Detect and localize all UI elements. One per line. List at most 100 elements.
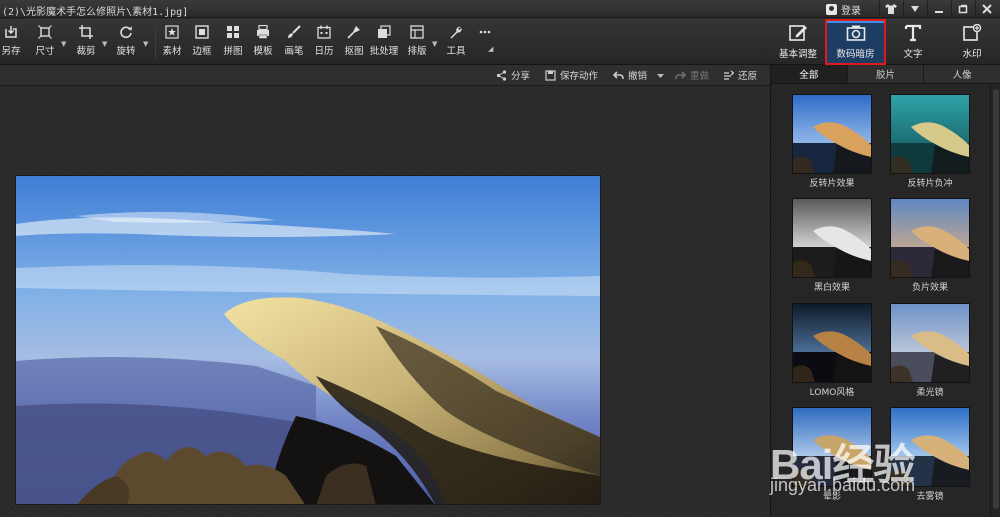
tool-label: 基本调整 [778,49,817,60]
redo-label: 重做 [690,71,710,82]
close-button[interactable] [975,1,997,16]
tool-label: 裁剪 [76,46,96,57]
effect-thumbnail[interactable] [792,198,872,278]
tool-material[interactable]: 素材 [158,25,186,61]
tool-brush[interactable]: 画笔 [280,25,308,61]
tab-watermark[interactable]: 水印 [950,19,994,65]
resize-dropdown-arrow[interactable]: ▼ [61,40,66,48]
save-action-button[interactable]: 保存动作 [545,68,598,82]
star-icon [165,25,179,39]
share-button[interactable]: 分享 [496,68,530,82]
user-icon [826,3,837,15]
window-title: (2)\光影魔术手怎么修照片\素材1.jpg] [2,7,189,18]
restore-icon [724,70,734,80]
batch-icon [378,25,391,38]
effect-label: 柔光镜 [916,388,944,398]
effect-label: 去雾镜 [916,492,944,502]
tab-text[interactable]: 文字 [891,19,935,65]
crop-icon [79,25,93,39]
effects-panel: 全部 胶片 人像 反转片效果 反转片负冲 黑白效果 负片效果 LOMO风格 柔光镜 晕影 去雾… [770,65,1000,517]
tool-label: 另存 [1,46,21,57]
undo-button[interactable]: 撤销 [613,68,647,82]
tool-label: 边框 [192,46,212,57]
redo-button[interactable]: 重做 [675,68,709,82]
brush-icon [288,25,301,38]
redo-icon [675,70,686,79]
effect-label: 反转片效果 [809,179,855,189]
frame-icon [195,25,209,39]
rotate-icon [120,26,132,39]
tool-cutout[interactable]: 抠图 [340,25,368,61]
maximize-button[interactable] [951,1,973,16]
restore-button[interactable]: 还原 [723,68,757,82]
tool-resize[interactable]: 尺寸 [31,25,59,61]
title-bar: (2)\光影魔术手怎么修照片\素材1.jpg] 登录 [0,0,1000,18]
effect-label: LOMO风格 [809,388,855,398]
image-canvas[interactable] [0,86,770,517]
tool-crop[interactable]: 裁剪 [72,25,100,61]
login-button[interactable]: 登录 [826,2,861,17]
tab-all[interactable]: 全部 [771,65,848,83]
effect-preview-image [793,408,871,486]
resize-icon [38,25,52,39]
more-icon [479,30,491,34]
tab-digital-darkroom[interactable]: 数码暗房 [825,19,886,65]
tab-basic-adjust[interactable]: 基本调整 [776,19,820,65]
tool-more[interactable] [471,25,499,61]
shirt-icon [884,3,897,14]
tool-label: 拼图 [223,46,243,57]
scrollbar-thumb[interactable] [993,89,999,509]
effects-grid: 反转片效果 反转片负冲 黑白效果 负片效果 LOMO风格 柔光镜 晕影 去雾镜 [771,85,989,517]
effect-thumbnail[interactable] [792,407,872,487]
tool-collage[interactable]: 拼图 [219,25,247,61]
undo-icon [613,70,624,79]
save-action-icon [545,69,556,81]
tool-label: 素材 [162,46,182,57]
photo-preview[interactable] [15,175,601,505]
effect-thumbnail[interactable] [792,94,872,174]
skin-button[interactable] [879,1,901,16]
effect-label: 反转片负冲 [907,179,953,189]
tool-label: 抠图 [344,46,364,57]
calendar-icon [317,25,331,39]
more-dropdown-arrow[interactable]: ◢ [488,45,493,53]
tool-rotate[interactable]: 旋转 [112,25,140,61]
minimize-icon [934,10,943,13]
tool-tools[interactable]: 工具 [442,25,470,61]
collage-icon [227,26,239,38]
effect-preview-image [891,95,969,173]
tool-frame[interactable]: 边框 [188,25,216,61]
effect-preview-image [793,199,871,277]
down-arrow-icon [910,5,919,12]
minimize-button[interactable] [927,1,949,16]
effect-thumbnail[interactable] [890,198,970,278]
tool-template[interactable]: 模板 [249,25,277,61]
tool-calendar[interactable]: 日历 [310,25,338,61]
tool-layout[interactable]: 排版 [403,25,431,61]
tool-save-as[interactable]: 另存 [0,25,25,61]
tab-film[interactable]: 胶片 [848,65,925,83]
effects-tabs: 全部 胶片 人像 [771,65,1000,84]
crop-dropdown-arrow[interactable]: ▼ [102,40,107,48]
chevron-down-icon [657,73,664,78]
effect-thumbnail[interactable] [890,94,970,174]
tool-label: 排版 [407,46,427,57]
effect-thumbnail[interactable] [792,303,872,383]
menu-dropdown-button[interactable] [903,1,925,16]
tab-portrait[interactable]: 人像 [924,65,1000,83]
panel-scrollbar[interactable] [990,85,1000,517]
effect-thumbnail[interactable] [890,407,970,487]
tool-batch[interactable]: 批处理 [370,25,398,61]
undo-dropdown-arrow[interactable] [655,68,666,82]
close-icon [981,3,992,14]
effect-preview-image [891,199,969,277]
layout-dropdown-arrow[interactable]: ▼ [432,40,437,48]
rotate-dropdown-arrow[interactable]: ▼ [143,40,148,48]
effect-preview-image [793,304,871,382]
effect-label: 负片效果 [911,283,948,293]
restore-label: 还原 [738,71,758,82]
tool-label: 模板 [253,46,273,57]
app-window: (2)\光影魔术手怎么修照片\素材1.jpg] 登录 另存 尺寸 ▼ 裁剪 ▼ … [0,0,1000,517]
effect-thumbnail[interactable] [890,303,970,383]
tool-label: 文字 [903,49,923,60]
